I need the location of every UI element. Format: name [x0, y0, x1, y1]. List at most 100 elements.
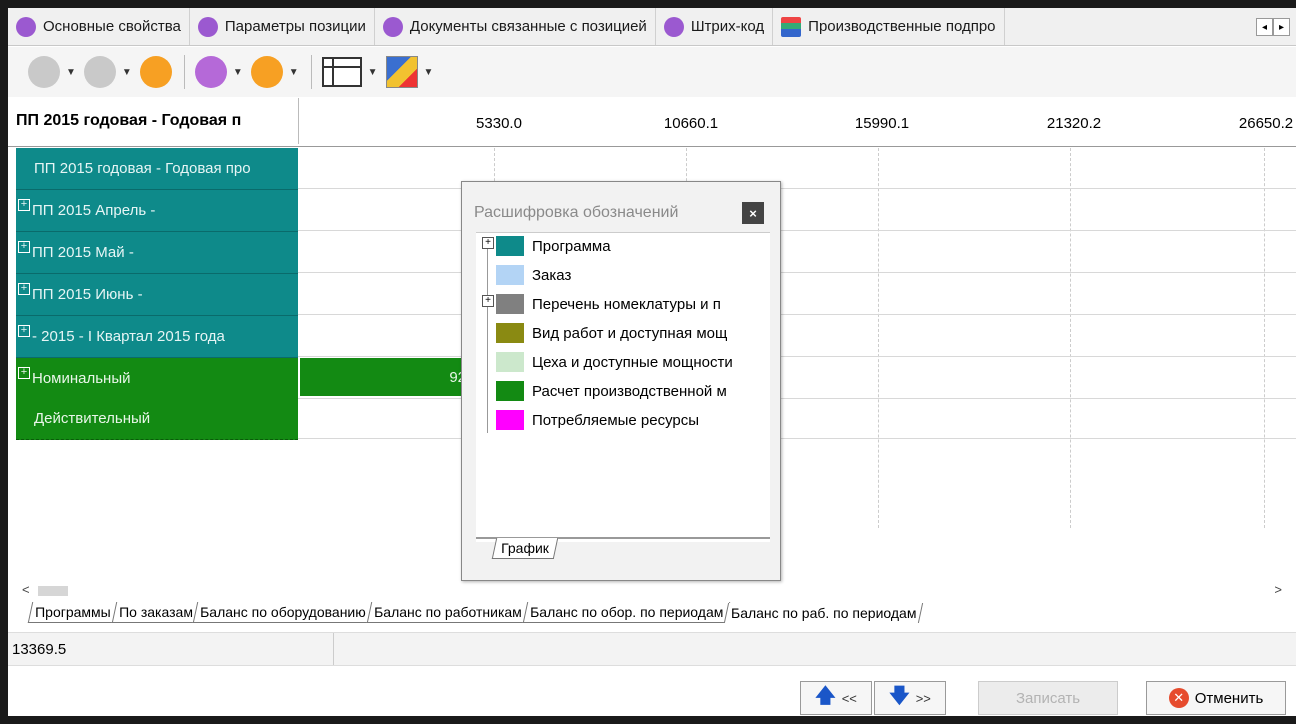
tab-workers-balance[interactable]: Баланс по работникам [366, 602, 530, 623]
tab-production-subprograms[interactable]: Производственные подпро [773, 8, 1005, 45]
chevron-down-icon[interactable]: ▼ [368, 67, 378, 78]
paint-palette-icon [385, 56, 418, 88]
tab-by-orders[interactable]: По заказам [111, 602, 200, 623]
cancel-button[interactable]: ✕ Отменить [1146, 681, 1286, 715]
previous-button[interactable]: 🡅 << [800, 681, 872, 715]
refresh-button[interactable] [139, 56, 172, 88]
tab-equipment-balance[interactable]: Баланс по оборудованию [193, 602, 374, 623]
grid-line [1264, 148, 1265, 528]
legend-item-program[interactable]: Программа [496, 235, 611, 257]
axis-tick-label: 21320.2 [1046, 115, 1102, 132]
scroll-left-icon[interactable]: < [22, 582, 30, 597]
legend-item-resources[interactable]: Потребляемые ресурсы [496, 409, 699, 431]
color-swatch [496, 323, 524, 343]
expand-plus-icon[interactable]: + [18, 282, 30, 295]
header-divider [298, 98, 299, 144]
row-label: ПП 2015 годовая - Годовая про [34, 160, 251, 177]
row-label: - 2015 - I Квартал 2015 года [32, 328, 225, 345]
tab-scroll-left-icon[interactable]: ◂ [1256, 18, 1273, 36]
gantt-row-june[interactable]: + ПП 2015 Июнь - [16, 274, 298, 316]
refresh-icon [139, 56, 172, 88]
top-tab-strip: Основные свойства Параметры позиции Доку… [8, 8, 1296, 46]
button-bar: 🡅 << 🡇 >> Записать ✕ Отменить [8, 667, 1296, 716]
row-separator [298, 398, 1296, 399]
chevron-down-icon[interactable]: ▼ [233, 67, 243, 78]
horizontal-scrollbar[interactable]: < > [8, 582, 1296, 598]
tab-scroll-right-icon[interactable]: ▸ [1273, 18, 1290, 36]
print-button[interactable]: ▼ [194, 56, 243, 88]
gantt-row-may[interactable]: + ПП 2015 Май - [16, 232, 298, 274]
legend-item-capacity-calc[interactable]: Расчет производственной м [496, 380, 727, 402]
tab-related-documents[interactable]: Документы связанные с позицией [375, 8, 656, 45]
close-icon[interactable]: × [742, 202, 764, 224]
color-swatch [496, 236, 524, 256]
gantt-bar-nominal[interactable]: 92 [300, 358, 470, 396]
save-button[interactable]: Записать [978, 681, 1118, 715]
gantt-row-nominal[interactable]: + Номинальный [16, 358, 298, 400]
scroll-thumb[interactable] [38, 586, 68, 596]
chart-header-title: ПП 2015 годовая - Годовая п [16, 112, 242, 129]
bottom-tab-strip: Программы По заказам Баланс по оборудова… [27, 599, 924, 623]
table-layout-button[interactable]: ▼ [321, 57, 378, 87]
tab-basic-properties[interactable]: Основные свойства [8, 8, 190, 45]
expand-plus-icon[interactable]: + [18, 240, 30, 253]
document-icon [382, 16, 403, 37]
arrow-down-icon: 🡇 [889, 685, 910, 707]
legend-item-workshops[interactable]: Цеха и доступные мощности [496, 351, 733, 373]
tab-programs[interactable]: Программы [27, 602, 118, 623]
axis-tick-label: 15990.1 [854, 115, 910, 132]
color-swatch [496, 381, 524, 401]
scroll-right-icon[interactable]: > [1274, 582, 1282, 597]
gantt-row-annual-plan[interactable]: ПП 2015 годовая - Годовая про [16, 148, 298, 190]
row-separator [298, 188, 1296, 189]
grid-line [1070, 148, 1071, 528]
tab-position-params[interactable]: Параметры позиции [190, 8, 375, 45]
row-separator [298, 356, 1296, 357]
axis-tick-label: 5330.0 [476, 115, 522, 132]
legend-item-order[interactable]: Заказ [496, 264, 571, 286]
gantt-row-april[interactable]: + ПП 2015 Апрель - [16, 190, 298, 232]
chevron-down-icon[interactable]: ▼ [289, 67, 299, 78]
cancel-icon: ✕ [1168, 688, 1189, 708]
link-button[interactable]: ▼ [28, 56, 76, 88]
gantt-row-actual[interactable]: Действительный [16, 398, 298, 440]
tab-equipment-balance-periods[interactable]: Баланс по обор. по периодам [522, 602, 731, 623]
list-button[interactable]: ▼ [83, 56, 132, 88]
toolbar-separator [310, 55, 312, 89]
tab-label: Производственные подпро [808, 18, 996, 35]
window-frame-top [0, 0, 1296, 8]
tab-chart[interactable]: График [491, 538, 559, 559]
legend-tree: + Программа Заказ + Перечень номеклатуры… [476, 232, 770, 542]
legend-item-work-type[interactable]: Вид работ и доступная мощ [496, 322, 727, 344]
color-scheme-button[interactable]: ▼ [385, 56, 434, 88]
gantt-row-quarter[interactable]: + - 2015 - I Квартал 2015 года [16, 316, 298, 358]
row-separator [298, 230, 1296, 231]
row-separator [298, 438, 1296, 439]
tab-workers-balance-periods[interactable]: Баланс по раб. по периодам [723, 603, 924, 623]
expand-plus-icon[interactable]: + [482, 295, 494, 307]
row-separator [298, 272, 1296, 273]
play-button[interactable]: ▼ [250, 56, 299, 88]
tab-label: Параметры позиции [224, 18, 366, 35]
tab-label: Документы связанные с позицией [409, 18, 647, 35]
chevron-down-icon[interactable]: ▼ [66, 67, 76, 78]
status-value: 13369.5 [8, 633, 334, 665]
status-bar: 13369.5 [8, 632, 1296, 666]
next-button[interactable]: 🡇 >> [874, 681, 946, 715]
axis-tick-label: 26650.2 [1238, 115, 1294, 132]
color-swatch [496, 352, 524, 372]
chevron-down-icon[interactable]: ▼ [122, 67, 132, 78]
chevron-down-icon[interactable]: ▼ [424, 67, 434, 78]
expand-plus-icon[interactable]: + [482, 237, 494, 249]
window-frame-bottom [0, 716, 1296, 724]
expand-plus-icon[interactable]: + [18, 324, 30, 337]
expand-plus-icon[interactable]: + [18, 198, 30, 211]
tab-barcode[interactable]: Штрих-код [656, 8, 774, 45]
expand-plus-icon[interactable]: + [18, 366, 30, 379]
link-icon [28, 56, 60, 88]
legend-item-nomenclature[interactable]: Перечень номеклатуры и п [496, 293, 721, 315]
row-label: Номинальный [32, 370, 131, 387]
row-separator [298, 314, 1296, 315]
color-swatch [496, 294, 524, 314]
row-label: ПП 2015 Июнь - [32, 286, 143, 303]
